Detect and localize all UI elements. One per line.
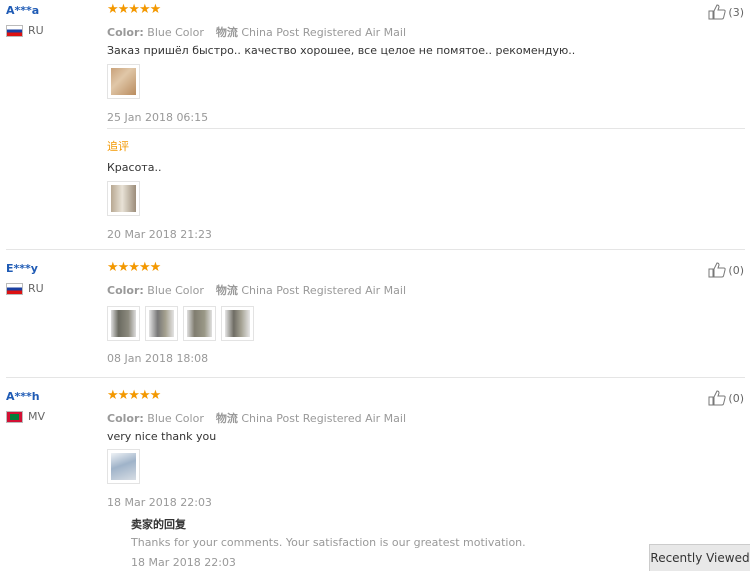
helpful-count: (0) xyxy=(728,263,744,277)
followup-text: Красота.. xyxy=(107,161,162,174)
color-value: Blue Color xyxy=(147,284,204,297)
helpful-count: (3) xyxy=(728,5,744,19)
shipping-value: China Post Registered Air Mail xyxy=(241,412,407,425)
followup-photo[interactable] xyxy=(107,181,140,216)
maldives-flag-icon xyxy=(6,410,23,423)
recently-viewed-button[interactable]: Recently Viewed xyxy=(649,544,750,571)
review-photo[interactable] xyxy=(107,306,140,341)
followup-divider xyxy=(107,128,745,129)
review-text: very nice thank you xyxy=(107,430,217,443)
thumbs-up-icon xyxy=(708,262,727,278)
helpful-button[interactable]: (3) xyxy=(708,4,744,20)
russia-flag-icon xyxy=(6,24,23,37)
order-attributes: Color: Blue Color 物流 China Post Registere… xyxy=(107,24,406,40)
star-rating: ★★★★★ xyxy=(107,388,161,403)
reviewer-info: A***h MV xyxy=(6,390,45,423)
country-code: RU xyxy=(28,24,44,37)
reviewer-info: E***y RU xyxy=(6,262,44,295)
helpful-button[interactable]: (0) xyxy=(708,262,744,278)
followup-date: 20 Mar 2018 21:23 xyxy=(107,228,212,241)
shipping-value: China Post Registered Air Mail xyxy=(241,26,407,39)
review-text: Заказ пришёл быстро.. качество хорошее, … xyxy=(107,44,576,57)
star-rating: ★★★★★ xyxy=(107,260,161,275)
color-label: Color: xyxy=(107,412,144,425)
thumbs-up-icon xyxy=(708,4,727,20)
country-code: RU xyxy=(28,282,44,295)
color-value: Blue Color xyxy=(147,412,204,425)
review-content: ★★★★★ Color: Blue Color 物流 China Post Reg… xyxy=(107,388,707,509)
review-photo[interactable] xyxy=(145,306,178,341)
seller-reply: 卖家的回复 Thanks for your comments. Your sat… xyxy=(131,516,526,569)
review-content: ★★★★★ Color: Blue Color 物流 China Post Reg… xyxy=(107,260,707,365)
review-photo[interactable] xyxy=(107,449,140,484)
review-photo[interactable] xyxy=(107,64,140,99)
star-rating: ★★★★★ xyxy=(107,2,161,17)
reviewer-info: A***a RU xyxy=(6,4,44,37)
order-attributes: Color: Blue Color 物流 China Post Registere… xyxy=(107,410,406,426)
review-content: ★★★★★ Color: Blue Color 物流 China Post Reg… xyxy=(107,2,707,124)
review-divider xyxy=(6,249,745,250)
color-label: Color: xyxy=(107,26,144,39)
shipping-label: 物流 xyxy=(215,412,238,425)
color-value: Blue Color xyxy=(147,26,204,39)
reviewer-country: RU xyxy=(6,282,44,295)
helpful-button[interactable]: (0) xyxy=(708,390,744,406)
shipping-value: China Post Registered Air Mail xyxy=(241,284,407,297)
shipping-label: 物流 xyxy=(215,26,238,39)
reviewer-name[interactable]: A***h xyxy=(6,390,40,403)
thumbs-up-icon xyxy=(708,390,727,406)
reviewer-country: RU xyxy=(6,24,44,37)
review-photo[interactable] xyxy=(183,306,216,341)
shipping-label: 物流 xyxy=(215,284,238,297)
reviewer-country: MV xyxy=(6,410,45,423)
helpful-count: (0) xyxy=(728,391,744,405)
seller-reply-date: 18 Mar 2018 22:03 xyxy=(131,556,236,569)
reviewer-name[interactable]: A***a xyxy=(6,4,39,17)
country-code: MV xyxy=(28,410,46,423)
order-attributes: Color: Blue Color 物流 China Post Registere… xyxy=(107,282,406,298)
review-date: 25 Jan 2018 06:15 xyxy=(107,111,209,124)
color-label: Color: xyxy=(107,284,144,297)
review-date: 08 Jan 2018 18:08 xyxy=(107,352,209,365)
review-date: 18 Mar 2018 22:03 xyxy=(107,496,212,509)
review-divider xyxy=(6,377,745,378)
review-photo[interactable] xyxy=(221,306,254,341)
russia-flag-icon xyxy=(6,282,23,295)
seller-reply-text: Thanks for your comments. Your satisfact… xyxy=(131,536,526,549)
seller-reply-title: 卖家的回复 xyxy=(131,518,186,531)
followup-label: 追评 xyxy=(107,140,129,153)
reviewer-name[interactable]: E***y xyxy=(6,262,38,275)
